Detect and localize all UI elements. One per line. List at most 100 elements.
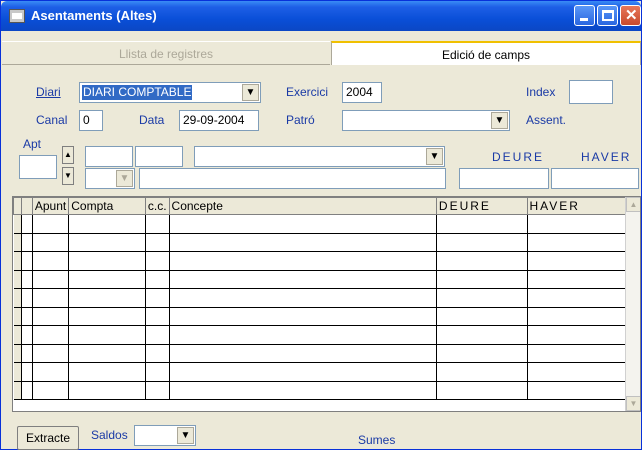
diari-label[interactable]: Diari xyxy=(36,85,61,99)
row-indicator[interactable] xyxy=(13,214,22,234)
cell-concepte[interactable] xyxy=(169,344,437,363)
row-indicator[interactable] xyxy=(13,307,22,326)
concepte-select[interactable]: ▼ xyxy=(194,146,445,167)
cell-compta[interactable] xyxy=(68,307,146,326)
cell-deure[interactable] xyxy=(436,233,528,252)
cell-concepte[interactable] xyxy=(169,270,437,289)
table-row[interactable] xyxy=(13,251,627,271)
deure-field[interactable] xyxy=(459,168,549,189)
row-indicator[interactable] xyxy=(13,381,22,400)
row-indicator[interactable] xyxy=(13,251,22,271)
minimize-button[interactable] xyxy=(574,5,595,26)
close-button[interactable]: ✕ xyxy=(620,5,641,26)
cell-haver[interactable] xyxy=(527,344,627,363)
cell-deure[interactable] xyxy=(436,251,528,271)
cell-cc[interactable] xyxy=(145,344,170,363)
cell-apunt[interactable] xyxy=(32,214,70,234)
cell-compta[interactable] xyxy=(68,325,146,345)
chevron-down-icon[interactable]: ▼ xyxy=(116,170,133,187)
row-indicator[interactable] xyxy=(13,344,22,363)
cell-deure[interactable] xyxy=(436,325,528,345)
cell-concepte[interactable] xyxy=(169,251,437,271)
compta-field-1[interactable] xyxy=(85,146,133,167)
column-header-haver[interactable]: HAVER xyxy=(526,197,627,215)
cell-cc[interactable] xyxy=(145,381,170,400)
cell-concepte[interactable] xyxy=(169,288,437,308)
row-cell-blank[interactable] xyxy=(21,362,33,382)
arrow-down-icon[interactable]: ▼ xyxy=(62,167,74,185)
row-indicator[interactable] xyxy=(13,288,22,308)
cell-deure[interactable] xyxy=(436,381,528,400)
table-row[interactable] xyxy=(13,344,627,363)
cell-apunt[interactable] xyxy=(32,307,70,326)
chevron-down-icon[interactable]: ▼ xyxy=(177,427,194,444)
cell-concepte[interactable] xyxy=(169,307,437,326)
cell-haver[interactable] xyxy=(527,288,627,308)
row-cell-blank[interactable] xyxy=(21,233,33,252)
table-row[interactable] xyxy=(13,270,627,289)
cell-compta[interactable] xyxy=(68,270,146,289)
cell-compta[interactable] xyxy=(68,233,146,252)
column-header-compta[interactable]: Compta xyxy=(68,197,146,215)
compta-field-2[interactable] xyxy=(135,146,183,167)
cell-deure[interactable] xyxy=(436,362,528,382)
cc-select[interactable]: ▼ xyxy=(85,168,135,189)
cell-compta[interactable] xyxy=(68,214,146,234)
chevron-down-icon[interactable]: ▼ xyxy=(491,112,508,129)
cell-apunt[interactable] xyxy=(32,325,70,345)
cell-apunt[interactable] xyxy=(32,381,70,400)
scroll-up-icon[interactable]: ▲ xyxy=(626,197,640,212)
cell-haver[interactable] xyxy=(527,381,627,400)
cell-haver[interactable] xyxy=(527,251,627,271)
cell-cc[interactable] xyxy=(145,233,170,252)
cell-deure[interactable] xyxy=(436,288,528,308)
cell-apunt[interactable] xyxy=(32,288,70,308)
saldos-select[interactable]: ▼ xyxy=(134,425,196,446)
cell-compta[interactable] xyxy=(68,381,146,400)
tab-edicio-camps[interactable]: Edició de camps xyxy=(331,41,641,65)
cell-apunt[interactable] xyxy=(32,270,70,289)
cell-compta[interactable] xyxy=(68,344,146,363)
diari-select[interactable]: DIARI COMPTABLE ▼ xyxy=(79,82,261,103)
index-field[interactable] xyxy=(569,80,613,104)
column-header-cc[interactable]: c.c. xyxy=(144,197,170,215)
table-row[interactable] xyxy=(13,214,627,234)
apt-field[interactable] xyxy=(19,155,57,179)
data-field[interactable]: 29-09-2004 xyxy=(179,110,259,131)
arrow-up-icon[interactable]: ▲ xyxy=(62,146,74,164)
cell-apunt[interactable] xyxy=(32,233,70,252)
cell-deure[interactable] xyxy=(436,307,528,326)
exercici-field[interactable]: 2004 xyxy=(342,82,382,103)
cell-cc[interactable] xyxy=(145,362,170,382)
table-row[interactable] xyxy=(13,307,627,326)
cell-cc[interactable] xyxy=(145,251,170,271)
cell-haver[interactable] xyxy=(527,270,627,289)
table-row[interactable] xyxy=(13,288,627,308)
cell-compta[interactable] xyxy=(68,288,146,308)
row-indicator[interactable] xyxy=(13,270,22,289)
cell-cc[interactable] xyxy=(145,214,170,234)
table-row[interactable] xyxy=(13,325,627,345)
canal-field[interactable]: 0 xyxy=(79,110,103,131)
cell-cc[interactable] xyxy=(145,307,170,326)
row-indicator[interactable] xyxy=(13,233,22,252)
column-header-apunt[interactable]: Apunt xyxy=(31,197,70,215)
chevron-down-icon[interactable]: ▼ xyxy=(242,84,259,101)
cell-concepte[interactable] xyxy=(169,362,437,382)
grid-scrollbar[interactable]: ▲ ▼ xyxy=(625,197,640,411)
concepte-field[interactable] xyxy=(139,168,446,189)
cell-apunt[interactable] xyxy=(32,344,70,363)
cell-cc[interactable] xyxy=(145,288,170,308)
cell-apunt[interactable] xyxy=(32,251,70,271)
cell-compta[interactable] xyxy=(68,362,146,382)
chevron-down-icon[interactable]: ▼ xyxy=(426,148,443,165)
row-cell-blank[interactable] xyxy=(21,307,33,326)
cell-haver[interactable] xyxy=(527,362,627,382)
haver-field[interactable] xyxy=(551,168,639,189)
row-indicator[interactable] xyxy=(13,325,22,345)
cell-apunt[interactable] xyxy=(32,362,70,382)
cell-deure[interactable] xyxy=(436,270,528,289)
cell-deure[interactable] xyxy=(436,344,528,363)
cell-haver[interactable] xyxy=(527,307,627,326)
patro-select[interactable]: ▼ xyxy=(342,110,510,131)
